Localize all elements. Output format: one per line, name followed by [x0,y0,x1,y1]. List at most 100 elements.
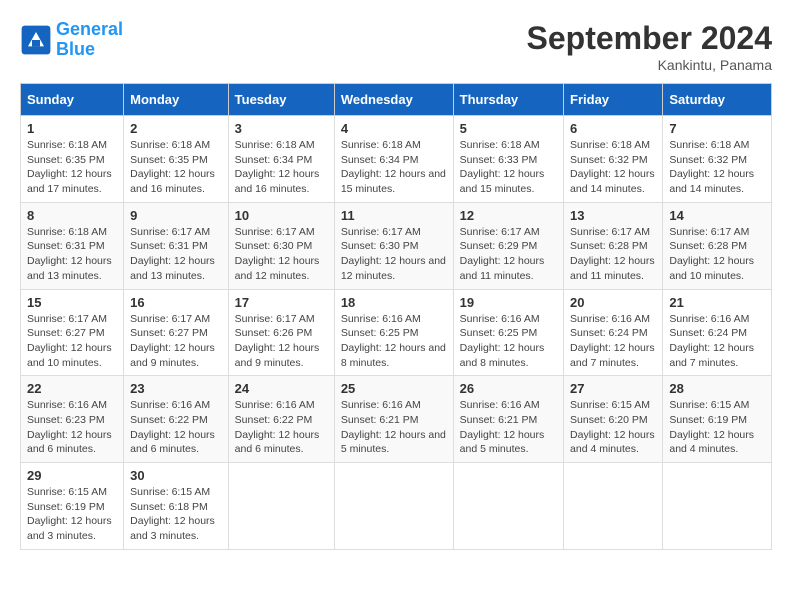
calendar-cell: 6 Sunrise: 6:18 AM Sunset: 6:32 PM Dayli… [564,116,663,203]
logo-line1: General [56,19,123,39]
day-detail: Sunrise: 6:17 AM Sunset: 6:31 PM Dayligh… [130,225,222,284]
day-detail: Sunrise: 6:17 AM Sunset: 6:28 PM Dayligh… [570,225,656,284]
weekday-header-thursday: Thursday [453,84,563,116]
day-detail: Sunrise: 6:18 AM Sunset: 6:35 PM Dayligh… [27,138,117,197]
day-detail: Sunrise: 6:15 AM Sunset: 6:19 PM Dayligh… [669,398,765,457]
day-detail: Sunrise: 6:15 AM Sunset: 6:19 PM Dayligh… [27,485,117,544]
day-detail: Sunrise: 6:18 AM Sunset: 6:32 PM Dayligh… [669,138,765,197]
day-detail: Sunrise: 6:16 AM Sunset: 6:25 PM Dayligh… [341,312,447,371]
calendar-cell: 10 Sunrise: 6:17 AM Sunset: 6:30 PM Dayl… [228,202,334,289]
calendar-cell: 21 Sunrise: 6:16 AM Sunset: 6:24 PM Dayl… [663,289,772,376]
logo-text: General Blue [56,20,123,60]
day-detail: Sunrise: 6:16 AM Sunset: 6:21 PM Dayligh… [460,398,557,457]
day-number: 10 [235,208,328,223]
day-number: 25 [341,381,447,396]
day-detail: Sunrise: 6:16 AM Sunset: 6:25 PM Dayligh… [460,312,557,371]
calendar-cell: 13 Sunrise: 6:17 AM Sunset: 6:28 PM Dayl… [564,202,663,289]
calendar-cell: 7 Sunrise: 6:18 AM Sunset: 6:32 PM Dayli… [663,116,772,203]
calendar-cell: 25 Sunrise: 6:16 AM Sunset: 6:21 PM Dayl… [334,376,453,463]
calendar-cell: 18 Sunrise: 6:16 AM Sunset: 6:25 PM Dayl… [334,289,453,376]
calendar-cell: 14 Sunrise: 6:17 AM Sunset: 6:28 PM Dayl… [663,202,772,289]
day-number: 27 [570,381,656,396]
day-number: 9 [130,208,222,223]
calendar-cell: 22 Sunrise: 6:16 AM Sunset: 6:23 PM Dayl… [21,376,124,463]
calendar-cell: 11 Sunrise: 6:17 AM Sunset: 6:30 PM Dayl… [334,202,453,289]
calendar-cell [228,463,334,550]
day-number: 18 [341,295,447,310]
calendar-cell: 15 Sunrise: 6:17 AM Sunset: 6:27 PM Dayl… [21,289,124,376]
calendar-cell: 27 Sunrise: 6:15 AM Sunset: 6:20 PM Dayl… [564,376,663,463]
calendar-cell: 20 Sunrise: 6:16 AM Sunset: 6:24 PM Dayl… [564,289,663,376]
day-number: 11 [341,208,447,223]
day-detail: Sunrise: 6:18 AM Sunset: 6:31 PM Dayligh… [27,225,117,284]
day-number: 1 [27,121,117,136]
calendar-cell: 30 Sunrise: 6:15 AM Sunset: 6:18 PM Dayl… [124,463,229,550]
day-detail: Sunrise: 6:16 AM Sunset: 6:24 PM Dayligh… [669,312,765,371]
month-title: September 2024 [527,20,772,57]
day-number: 6 [570,121,656,136]
day-detail: Sunrise: 6:18 AM Sunset: 6:32 PM Dayligh… [570,138,656,197]
calendar-cell: 8 Sunrise: 6:18 AM Sunset: 6:31 PM Dayli… [21,202,124,289]
day-detail: Sunrise: 6:18 AM Sunset: 6:34 PM Dayligh… [341,138,447,197]
day-detail: Sunrise: 6:16 AM Sunset: 6:22 PM Dayligh… [130,398,222,457]
weekday-header-tuesday: Tuesday [228,84,334,116]
day-detail: Sunrise: 6:17 AM Sunset: 6:27 PM Dayligh… [130,312,222,371]
day-detail: Sunrise: 6:17 AM Sunset: 6:28 PM Dayligh… [669,225,765,284]
day-detail: Sunrise: 6:17 AM Sunset: 6:29 PM Dayligh… [460,225,557,284]
day-detail: Sunrise: 6:17 AM Sunset: 6:27 PM Dayligh… [27,312,117,371]
calendar-cell: 3 Sunrise: 6:18 AM Sunset: 6:34 PM Dayli… [228,116,334,203]
day-number: 13 [570,208,656,223]
day-number: 29 [27,468,117,483]
day-detail: Sunrise: 6:16 AM Sunset: 6:21 PM Dayligh… [341,398,447,457]
calendar-cell: 23 Sunrise: 6:16 AM Sunset: 6:22 PM Dayl… [124,376,229,463]
day-number: 12 [460,208,557,223]
calendar-cell: 19 Sunrise: 6:16 AM Sunset: 6:25 PM Dayl… [453,289,563,376]
calendar-cell: 29 Sunrise: 6:15 AM Sunset: 6:19 PM Dayl… [21,463,124,550]
day-number: 17 [235,295,328,310]
day-number: 7 [669,121,765,136]
logo: General Blue [20,20,123,60]
day-detail: Sunrise: 6:16 AM Sunset: 6:24 PM Dayligh… [570,312,656,371]
day-number: 22 [27,381,117,396]
day-number: 26 [460,381,557,396]
day-detail: Sunrise: 6:16 AM Sunset: 6:23 PM Dayligh… [27,398,117,457]
day-number: 14 [669,208,765,223]
weekday-header-saturday: Saturday [663,84,772,116]
calendar-cell: 9 Sunrise: 6:17 AM Sunset: 6:31 PM Dayli… [124,202,229,289]
day-detail: Sunrise: 6:15 AM Sunset: 6:20 PM Dayligh… [570,398,656,457]
calendar-cell: 17 Sunrise: 6:17 AM Sunset: 6:26 PM Dayl… [228,289,334,376]
logo-line2: Blue [56,39,95,59]
title-block: September 2024 Kankintu, Panama [527,20,772,73]
calendar: SundayMondayTuesdayWednesdayThursdayFrid… [20,83,772,550]
day-number: 15 [27,295,117,310]
calendar-cell [564,463,663,550]
day-detail: Sunrise: 6:18 AM Sunset: 6:33 PM Dayligh… [460,138,557,197]
day-detail: Sunrise: 6:18 AM Sunset: 6:34 PM Dayligh… [235,138,328,197]
calendar-cell [453,463,563,550]
calendar-cell: 24 Sunrise: 6:16 AM Sunset: 6:22 PM Dayl… [228,376,334,463]
location: Kankintu, Panama [527,57,772,73]
page-header: General Blue September 2024 Kankintu, Pa… [20,20,772,73]
day-number: 28 [669,381,765,396]
weekday-header-sunday: Sunday [21,84,124,116]
day-number: 20 [570,295,656,310]
calendar-cell: 12 Sunrise: 6:17 AM Sunset: 6:29 PM Dayl… [453,202,563,289]
day-number: 24 [235,381,328,396]
weekday-header-wednesday: Wednesday [334,84,453,116]
calendar-cell: 4 Sunrise: 6:18 AM Sunset: 6:34 PM Dayli… [334,116,453,203]
day-number: 19 [460,295,557,310]
day-number: 5 [460,121,557,136]
weekday-header-monday: Monday [124,84,229,116]
day-detail: Sunrise: 6:15 AM Sunset: 6:18 PM Dayligh… [130,485,222,544]
day-detail: Sunrise: 6:17 AM Sunset: 6:30 PM Dayligh… [341,225,447,284]
weekday-header-friday: Friday [564,84,663,116]
logo-icon [20,24,52,56]
day-detail: Sunrise: 6:17 AM Sunset: 6:26 PM Dayligh… [235,312,328,371]
day-number: 21 [669,295,765,310]
day-number: 2 [130,121,222,136]
calendar-cell: 26 Sunrise: 6:16 AM Sunset: 6:21 PM Dayl… [453,376,563,463]
day-detail: Sunrise: 6:18 AM Sunset: 6:35 PM Dayligh… [130,138,222,197]
day-detail: Sunrise: 6:16 AM Sunset: 6:22 PM Dayligh… [235,398,328,457]
day-number: 8 [27,208,117,223]
day-detail: Sunrise: 6:17 AM Sunset: 6:30 PM Dayligh… [235,225,328,284]
